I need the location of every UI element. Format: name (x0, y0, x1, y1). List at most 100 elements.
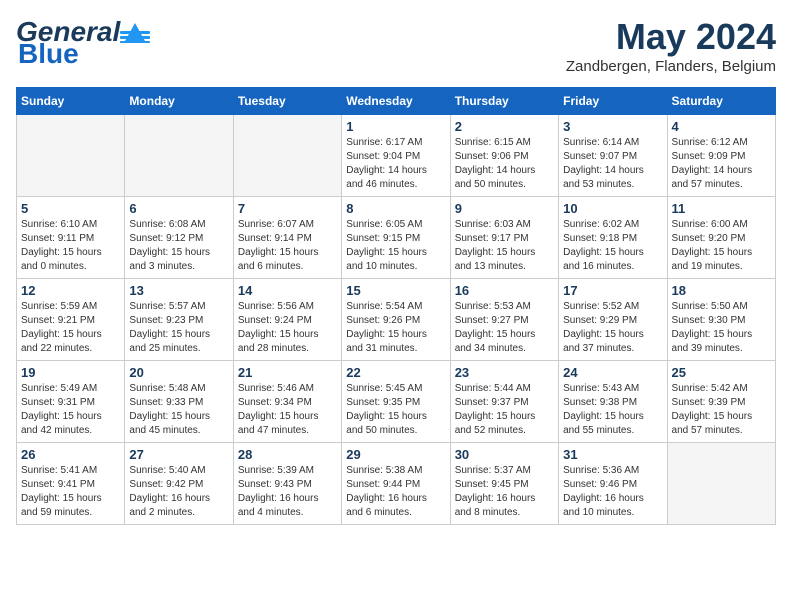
day-number: 5 (21, 201, 120, 216)
col-wednesday: Wednesday (342, 88, 450, 115)
day-info: Sunrise: 5:43 AM Sunset: 9:38 PM Dayligh… (563, 382, 662, 438)
day-number: 1 (346, 119, 445, 134)
table-row: 8 Sunrise: 6:05 AM Sunset: 9:15 PM Daylig… (342, 197, 450, 279)
day-number: 13 (129, 283, 228, 298)
calendar-week-row: 19 Sunrise: 5:49 AM Sunset: 9:31 PM Dayli… (17, 361, 776, 443)
day-info: Sunrise: 5:49 AM Sunset: 9:31 PM Dayligh… (21, 382, 120, 438)
col-tuesday: Tuesday (233, 88, 341, 115)
table-row: 6 Sunrise: 6:08 AM Sunset: 9:12 PM Daylig… (125, 197, 233, 279)
calendar-week-row: 1 Sunrise: 6:17 AM Sunset: 9:04 PM Daylig… (17, 115, 776, 197)
table-row: 30Sunrise: 5:37 AM Sunset: 9:45 PM Dayli… (450, 443, 558, 525)
day-info: Sunrise: 5:46 AM Sunset: 9:34 PM Dayligh… (238, 382, 337, 438)
day-info: Sunrise: 5:37 AM Sunset: 9:45 PM Dayligh… (455, 464, 554, 520)
day-number: 27 (129, 447, 228, 462)
table-row: 27 Sunrise: 5:40 AM Sunset: 9:42 PM Dayli… (125, 443, 233, 525)
col-monday: Monday (125, 88, 233, 115)
day-info: Sunrise: 6:02 AM Sunset: 9:18 PM Dayligh… (563, 218, 662, 274)
day-info: Sunrise: 6:05 AM Sunset: 9:15 PM Dayligh… (346, 218, 445, 274)
day-info: Sunrise: 5:54 AM Sunset: 9:26 PM Dayligh… (346, 300, 445, 356)
day-info: Sunrise: 6:12 AM Sunset: 9:09 PM Dayligh… (672, 136, 771, 192)
day-info: Sunrise: 5:50 AM Sunset: 9:30 PM Dayligh… (672, 300, 771, 356)
table-row (233, 115, 341, 197)
day-number: 6 (129, 201, 228, 216)
table-row: 3Sunrise: 6:14 AM Sunset: 9:07 PM Daylig… (559, 115, 667, 197)
day-info: Sunrise: 6:14 AM Sunset: 9:07 PM Dayligh… (563, 136, 662, 192)
table-row: 5 Sunrise: 6:10 AM Sunset: 9:11 PM Daylig… (17, 197, 125, 279)
day-info: Sunrise: 5:40 AM Sunset: 9:42 PM Dayligh… (129, 464, 228, 520)
day-info: Sunrise: 6:07 AM Sunset: 9:14 PM Dayligh… (238, 218, 337, 274)
day-number: 15 (346, 283, 445, 298)
day-number: 26 (21, 447, 120, 462)
day-number: 14 (238, 283, 337, 298)
calendar-week-row: 12 Sunrise: 5:59 AM Sunset: 9:21 PM Dayli… (17, 279, 776, 361)
day-info: Sunrise: 5:41 AM Sunset: 9:41 PM Dayligh… (21, 464, 120, 520)
logo: General Blue (16, 16, 150, 70)
table-row: 18 Sunrise: 5:50 AM Sunset: 9:30 PM Dayli… (667, 279, 775, 361)
day-info: Sunrise: 5:45 AM Sunset: 9:35 PM Dayligh… (346, 382, 445, 438)
table-row (667, 443, 775, 525)
day-number: 19 (21, 365, 120, 380)
table-row: 29 Sunrise: 5:38 AM Sunset: 9:44 PM Dayli… (342, 443, 450, 525)
day-info: Sunrise: 6:17 AM Sunset: 9:04 PM Dayligh… (346, 136, 445, 192)
table-row: 19 Sunrise: 5:49 AM Sunset: 9:31 PM Dayli… (17, 361, 125, 443)
day-info: Sunrise: 5:44 AM Sunset: 9:37 PM Dayligh… (455, 382, 554, 438)
day-number: 8 (346, 201, 445, 216)
day-info: Sunrise: 5:59 AM Sunset: 9:21 PM Dayligh… (21, 300, 120, 356)
table-row: 10Sunrise: 6:02 AM Sunset: 9:18 PM Dayli… (559, 197, 667, 279)
day-info: Sunrise: 6:10 AM Sunset: 9:11 PM Dayligh… (21, 218, 120, 274)
logo-blue: Blue (16, 38, 150, 70)
title-section: May 2024 Zandbergen, Flanders, Belgium (566, 16, 776, 75)
table-row: 7Sunrise: 6:07 AM Sunset: 9:14 PM Daylig… (233, 197, 341, 279)
table-row: 1 Sunrise: 6:17 AM Sunset: 9:04 PM Daylig… (342, 115, 450, 197)
day-number: 16 (455, 283, 554, 298)
table-row: 28Sunrise: 5:39 AM Sunset: 9:43 PM Dayli… (233, 443, 341, 525)
day-number: 28 (238, 447, 337, 462)
table-row: 24 Sunrise: 5:43 AM Sunset: 9:38 PM Dayli… (559, 361, 667, 443)
day-number: 18 (672, 283, 771, 298)
day-info: Sunrise: 5:53 AM Sunset: 9:27 PM Dayligh… (455, 300, 554, 356)
table-row: 25Sunrise: 5:42 AM Sunset: 9:39 PM Dayli… (667, 361, 775, 443)
day-number: 31 (563, 447, 662, 462)
calendar-table: Sunday Monday Tuesday Wednesday Thursday… (16, 87, 776, 525)
col-saturday: Saturday (667, 88, 775, 115)
table-row: 9 Sunrise: 6:03 AM Sunset: 9:17 PM Daylig… (450, 197, 558, 279)
day-number: 2 (455, 119, 554, 134)
table-row: 22Sunrise: 5:45 AM Sunset: 9:35 PM Dayli… (342, 361, 450, 443)
day-number: 29 (346, 447, 445, 462)
day-number: 9 (455, 201, 554, 216)
table-row: 23 Sunrise: 5:44 AM Sunset: 9:37 PM Dayli… (450, 361, 558, 443)
month-title: May 2024 (566, 16, 776, 58)
table-row: 17Sunrise: 5:52 AM Sunset: 9:29 PM Dayli… (559, 279, 667, 361)
table-row: 14 Sunrise: 5:56 AM Sunset: 9:24 PM Dayli… (233, 279, 341, 361)
location-subtitle: Zandbergen, Flanders, Belgium (566, 58, 776, 75)
col-thursday: Thursday (450, 88, 558, 115)
day-info: Sunrise: 6:15 AM Sunset: 9:06 PM Dayligh… (455, 136, 554, 192)
calendar-week-row: 5 Sunrise: 6:10 AM Sunset: 9:11 PM Daylig… (17, 197, 776, 279)
day-number: 4 (672, 119, 771, 134)
table-row: 21 Sunrise: 5:46 AM Sunset: 9:34 PM Dayli… (233, 361, 341, 443)
day-number: 11 (672, 201, 771, 216)
table-row: 11Sunrise: 6:00 AM Sunset: 9:20 PM Dayli… (667, 197, 775, 279)
day-info: Sunrise: 5:36 AM Sunset: 9:46 PM Dayligh… (563, 464, 662, 520)
calendar-week-row: 26 Sunrise: 5:41 AM Sunset: 9:41 PM Dayli… (17, 443, 776, 525)
day-number: 23 (455, 365, 554, 380)
day-number: 21 (238, 365, 337, 380)
day-number: 24 (563, 365, 662, 380)
table-row (17, 115, 125, 197)
day-number: 12 (21, 283, 120, 298)
table-row: 15 Sunrise: 5:54 AM Sunset: 9:26 PM Dayli… (342, 279, 450, 361)
col-friday: Friday (559, 88, 667, 115)
day-info: Sunrise: 5:38 AM Sunset: 9:44 PM Dayligh… (346, 464, 445, 520)
day-info: Sunrise: 5:57 AM Sunset: 9:23 PM Dayligh… (129, 300, 228, 356)
table-row: 26 Sunrise: 5:41 AM Sunset: 9:41 PM Dayli… (17, 443, 125, 525)
day-number: 25 (672, 365, 771, 380)
day-info: Sunrise: 6:08 AM Sunset: 9:12 PM Dayligh… (129, 218, 228, 274)
day-info: Sunrise: 6:03 AM Sunset: 9:17 PM Dayligh… (455, 218, 554, 274)
col-sunday: Sunday (17, 88, 125, 115)
page-header: General Blue May 2024 Zandbergen, Flande… (16, 16, 776, 75)
day-info: Sunrise: 5:48 AM Sunset: 9:33 PM Dayligh… (129, 382, 228, 438)
day-info: Sunrise: 5:56 AM Sunset: 9:24 PM Dayligh… (238, 300, 337, 356)
calendar-header-row: Sunday Monday Tuesday Wednesday Thursday… (17, 88, 776, 115)
table-row: 20Sunrise: 5:48 AM Sunset: 9:33 PM Dayli… (125, 361, 233, 443)
table-row: 16 Sunrise: 5:53 AM Sunset: 9:27 PM Dayli… (450, 279, 558, 361)
